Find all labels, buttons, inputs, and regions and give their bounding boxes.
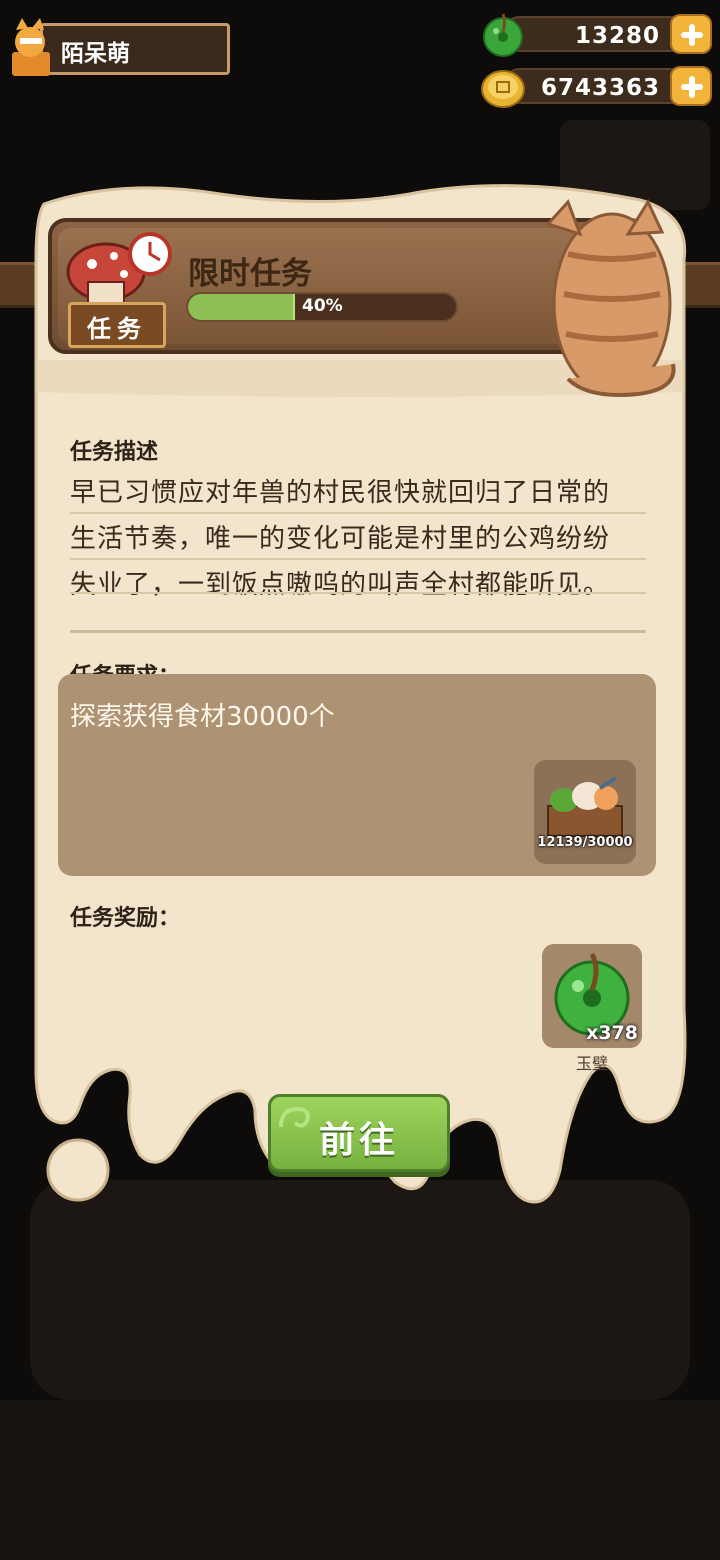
reward-item[interactable]: x378	[542, 944, 642, 1048]
description-line-3: 失业了，一到饭点嗷呜的叫声全村都能听见。	[70, 570, 611, 600]
section-divider	[70, 630, 646, 633]
task-progress-bar: 40%	[186, 292, 458, 322]
jade-amount: 13280	[574, 23, 660, 49]
cat-decoration-icon	[545, 198, 676, 397]
coin-amount: 6743363	[540, 75, 660, 101]
requirement-box: 探索获得食材30000个 12139/30000	[58, 674, 656, 876]
player-profile[interactable]: 陌呆萌	[6, 16, 232, 78]
ingredient-crate-icon	[547, 776, 623, 837]
go-button[interactable]: 前往	[268, 1094, 450, 1172]
description-line-2: 生活节奏，唯一的变化可能是村里的公鸡纷纷	[70, 524, 611, 554]
coin-value-plate: 6743363	[502, 68, 688, 104]
coin-add-button[interactable]	[670, 66, 712, 106]
coin-icon	[481, 70, 525, 108]
description-label: 任务描述	[70, 440, 159, 465]
mushroom-house-icon	[66, 232, 172, 307]
reward-label: 任务奖励：	[70, 906, 181, 931]
jade-add-button[interactable]	[670, 14, 712, 54]
task-badge-label: 任务	[87, 315, 147, 343]
task-progress-text: 40%	[302, 296, 343, 316]
task-badge-plate: 任务	[68, 302, 166, 348]
requirement-progress: 12139/30000	[537, 835, 633, 850]
description-line-1: 早已习惯应对年兽的村民很快就回归了日常的	[70, 478, 611, 508]
task-progress-fill	[188, 294, 296, 320]
reward-quantity: x378	[586, 1022, 638, 1044]
requirement-text: 探索获得食材30000个	[70, 702, 335, 732]
reward-name: 玉璧	[575, 1054, 608, 1073]
player-name-plate: 陌呆萌	[40, 23, 230, 75]
player-name: 陌呆萌	[61, 41, 130, 67]
coin-currency-bar: 6743363	[480, 64, 712, 108]
description-underline	[70, 592, 646, 594]
go-button-label: 前往	[318, 1120, 399, 1161]
requirement-item[interactable]: 12139/30000	[534, 760, 636, 864]
description-underline	[70, 512, 646, 514]
jade-disc-icon	[483, 13, 523, 57]
task-badge: 任务	[64, 224, 172, 352]
task-title: 限时任务	[188, 256, 312, 292]
description-underline	[70, 558, 646, 560]
player-avatar-icon[interactable]	[6, 16, 58, 78]
jade-currency-bar: 13280	[480, 12, 712, 57]
jade-value-plate: 13280	[502, 16, 688, 52]
